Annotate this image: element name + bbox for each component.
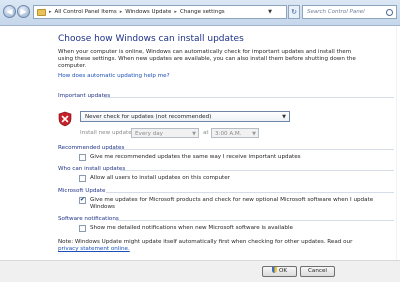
checkbox-label: Give me recommended updates the same way… [90, 154, 301, 160]
chevron-down-icon[interactable]: ▼ [268, 9, 272, 15]
checkbox-label: Give me updates for Microsoft products a… [90, 197, 374, 210]
intro-text: When your computer is online, Windows ca… [58, 49, 356, 69]
help-link[interactable]: How does automatic updating help me? [58, 73, 170, 79]
checkbox-label: Allow all users to install updates on th… [90, 175, 230, 181]
divider [116, 220, 394, 221]
ok-label: OK [278, 268, 288, 274]
microsoft-update-checkbox-row[interactable]: Give me updates for Microsoft products a… [79, 196, 379, 211]
time-dropdown[interactable]: 3:00 A.M. ▼ [211, 128, 259, 138]
at-label: at [203, 130, 209, 136]
allow-all-users-checkbox[interactable] [79, 175, 86, 182]
breadcrumb-separator: ▸ [174, 9, 177, 15]
section-heading: Important updates [58, 93, 111, 99]
divider [110, 149, 394, 150]
shield-icon [58, 111, 72, 127]
cancel-label: Cancel [308, 268, 327, 274]
page-title: Choose how Windows can install updates [58, 34, 244, 44]
breadcrumb-all-items[interactable]: All Control Panel Items [55, 9, 117, 15]
divider [120, 170, 394, 171]
settings-panel: Choose how Windows can install updates W… [0, 27, 400, 260]
ok-button[interactable]: OK [262, 266, 297, 277]
address-bar-region: ◀ ▶ ▸ All Control Panel Items ▸ Windows … [0, 0, 400, 26]
divider [106, 192, 394, 193]
chevron-down-icon: ▼ [282, 114, 286, 120]
note-text: Note: Windows Update might update itself… [58, 239, 368, 253]
section-software-notifications: Software notifications [58, 216, 394, 222]
search-input[interactable]: Search Control Panel [302, 5, 397, 19]
section-recommended-updates: Recommended updates [58, 145, 394, 151]
recommended-updates-checkbox[interactable] [79, 154, 86, 161]
breadcrumb-separator: ▸ [49, 9, 52, 15]
refresh-icon[interactable]: ↻ [288, 5, 300, 19]
breadcrumb-separator: ▸ [119, 9, 123, 15]
checkbox-label: Show me detailed notifications when new … [90, 225, 293, 231]
folder-icon [37, 8, 46, 16]
divider [104, 97, 394, 98]
privacy-statement-link[interactable]: privacy statement online. [58, 246, 130, 252]
recommended-updates-checkbox-row[interactable]: Give me recommended updates the same way… [79, 154, 301, 161]
section-heading: Software notifications [58, 216, 119, 222]
section-heading: Who can install updates [58, 166, 126, 172]
scrollbar-track[interactable] [396, 27, 400, 260]
shield-icon [271, 267, 277, 273]
chevron-down-icon: ▼ [192, 131, 196, 137]
address-bar[interactable]: ▸ All Control Panel Items ▸ Windows Upda… [33, 5, 287, 19]
software-notifications-checkbox-row[interactable]: Show me detailed notifications when new … [79, 225, 293, 232]
back-arrow-icon[interactable]: ◀ [3, 5, 16, 18]
section-microsoft-update: Microsoft Update [58, 188, 394, 194]
software-notifications-checkbox[interactable] [79, 225, 86, 232]
cancel-button[interactable]: Cancel [300, 266, 335, 277]
button-bar: OK Cancel [0, 260, 400, 282]
search-placeholder: Search Control Panel [307, 9, 365, 15]
breadcrumb-change-settings[interactable]: Change settings [180, 9, 225, 15]
note-body: Note: Windows Update might update itself… [58, 239, 353, 245]
selected-option: Never check for updates (not recommended… [85, 114, 212, 120]
install-new-updates-label: Install new updates: [80, 130, 137, 136]
allow-all-users-checkbox-row[interactable]: Allow all users to install updates on th… [79, 175, 230, 182]
forward-arrow-icon[interactable]: ▶ [17, 5, 30, 18]
section-heading: Recommended updates [58, 145, 125, 151]
breadcrumb-windows-update[interactable]: Windows Update [125, 9, 171, 15]
microsoft-update-checkbox[interactable] [79, 196, 86, 204]
day-dropdown[interactable]: Every day ▼ [131, 128, 199, 138]
time-value: 3:00 A.M. [215, 131, 242, 137]
section-important-updates: Important updates [58, 93, 394, 99]
important-updates-dropdown[interactable]: Never check for updates (not recommended… [80, 111, 290, 122]
day-value: Every day [135, 131, 163, 137]
search-icon[interactable] [386, 9, 393, 16]
chevron-down-icon: ▼ [252, 131, 256, 137]
section-heading: Microsoft Update [58, 188, 106, 194]
section-who-can-install: Who can install updates [58, 166, 394, 172]
